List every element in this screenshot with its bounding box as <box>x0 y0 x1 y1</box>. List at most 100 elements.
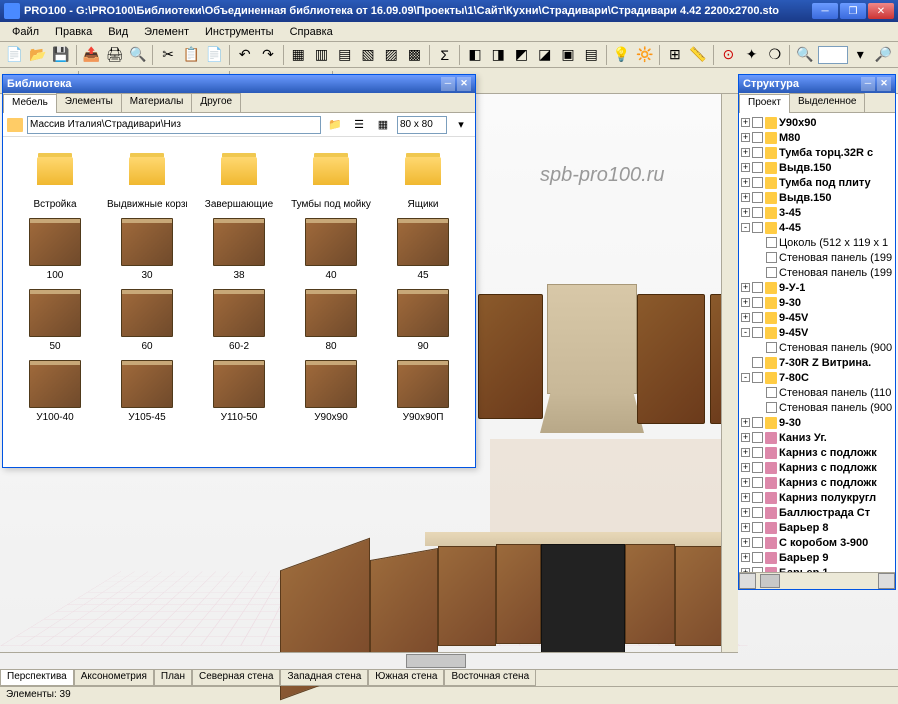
close-button[interactable]: ✕ <box>868 3 894 19</box>
tree-checkbox[interactable] <box>766 267 777 278</box>
tree-row[interactable]: Стеновая панель (199 <box>741 265 893 280</box>
tree-checkbox[interactable] <box>766 402 777 413</box>
tree-expand-icon[interactable] <box>755 343 764 352</box>
tree-row[interactable]: +Барьер 8 <box>741 520 893 535</box>
tree-expand-icon[interactable]: + <box>741 133 750 142</box>
minimize-icon[interactable]: ─ <box>861 77 875 91</box>
tree-row[interactable]: +9-30 <box>741 415 893 430</box>
view6-icon[interactable]: ▩ <box>404 44 425 66</box>
zoom-input[interactable] <box>818 46 848 64</box>
library-title-bar[interactable]: Библиотека ─ ✕ <box>3 75 475 93</box>
copy-icon[interactable]: 📋 <box>181 44 202 66</box>
tree-row[interactable]: +Барьер 1 <box>741 565 893 572</box>
tree-row[interactable]: Цоколь (512 x 119 x 1 <box>741 235 893 250</box>
tree-checkbox[interactable] <box>752 117 763 128</box>
base-cabinet[interactable] <box>438 546 496 646</box>
tree-checkbox[interactable] <box>766 342 777 353</box>
preview-icon[interactable]: 🔍 <box>127 44 148 66</box>
view-tab-0[interactable]: Перспектива <box>0 670 74 686</box>
tree-checkbox[interactable] <box>752 492 763 503</box>
library-tab-0[interactable]: Мебель <box>3 94 57 113</box>
view-tab-2[interactable]: План <box>154 670 192 686</box>
tree-checkbox[interactable] <box>752 177 763 188</box>
snap-icon[interactable]: ✦ <box>741 44 762 66</box>
close-icon[interactable]: ✕ <box>877 77 891 91</box>
structure-tab-0[interactable]: Проект <box>739 94 790 113</box>
tree-expand-icon[interactable]: + <box>741 448 750 457</box>
oven[interactable] <box>541 544 625 654</box>
view-tab-5[interactable]: Южная стена <box>368 670 444 686</box>
tree-checkbox[interactable] <box>752 507 763 518</box>
library-tab-2[interactable]: Материалы <box>121 93 193 112</box>
tree-row[interactable]: -7-80C <box>741 370 893 385</box>
tree-checkbox[interactable] <box>752 192 763 203</box>
tree-checkbox[interactable] <box>752 417 763 428</box>
tree-row[interactable]: Стеновая панель (199 <box>741 250 893 265</box>
scrollbar-horizontal[interactable] <box>0 652 738 669</box>
tree-expand-icon[interactable]: + <box>741 178 750 187</box>
size-dropdown-icon[interactable]: ▾ <box>451 115 471 135</box>
tree-expand-icon[interactable] <box>755 403 764 412</box>
view5-icon[interactable]: ▨ <box>381 44 402 66</box>
view4-icon[interactable]: ▧ <box>357 44 378 66</box>
tree-row[interactable]: +Каниз Уг. <box>741 430 893 445</box>
tree-row[interactable]: -4-45 <box>741 220 893 235</box>
minimize-button[interactable]: ─ <box>812 3 838 19</box>
tree-expand-icon[interactable] <box>741 358 750 367</box>
tree-checkbox[interactable] <box>752 327 763 338</box>
tree-expand-icon[interactable]: - <box>741 223 750 232</box>
minimize-icon[interactable]: ─ <box>441 77 455 91</box>
base-cabinet[interactable] <box>496 544 541 644</box>
shade-icon[interactable]: 🔆 <box>634 44 655 66</box>
tree-row[interactable]: +9-30 <box>741 295 893 310</box>
tree-expand-icon[interactable] <box>755 238 764 247</box>
tree-expand-icon[interactable]: + <box>741 478 750 487</box>
menu-Файл[interactable]: Файл <box>4 24 47 40</box>
tree-checkbox[interactable] <box>752 372 763 383</box>
tree-checkbox[interactable] <box>752 447 763 458</box>
tree-checkbox[interactable] <box>752 552 763 563</box>
tree-checkbox[interactable] <box>752 537 763 548</box>
tree-expand-icon[interactable]: + <box>741 118 750 127</box>
tree-checkbox[interactable] <box>752 207 763 218</box>
library-tab-3[interactable]: Другое <box>191 93 241 112</box>
tree-checkbox[interactable] <box>752 282 763 293</box>
scroll-thumb[interactable] <box>406 654 466 668</box>
tree-expand-icon[interactable] <box>755 253 764 262</box>
tree-row[interactable]: +9-45V <box>741 310 893 325</box>
tree-row[interactable]: +9-У-1 <box>741 280 893 295</box>
wall-cabinet[interactable] <box>478 294 543 419</box>
tree-expand-icon[interactable]: + <box>741 193 750 202</box>
tree-checkbox[interactable] <box>766 237 777 248</box>
tree-expand-icon[interactable]: - <box>741 328 750 337</box>
paste-icon[interactable]: 📄 <box>204 44 225 66</box>
tree-checkbox[interactable] <box>752 132 763 143</box>
scroll-right-icon[interactable] <box>878 573 895 589</box>
library-item[interactable]: 30 <box>103 216 191 283</box>
tree-row[interactable]: Стеновая панель (110 <box>741 385 893 400</box>
structure-title-bar[interactable]: Структура ─ ✕ <box>739 75 895 93</box>
save-icon[interactable]: 💾 <box>51 44 72 66</box>
library-item[interactable]: 80 <box>287 287 375 354</box>
cut-icon[interactable]: ✂ <box>157 44 178 66</box>
tree-row[interactable]: +Карниз с подложк <box>741 475 893 490</box>
print-icon[interactable]: 🖨 <box>104 44 125 66</box>
tree-row[interactable]: +Тумба торц.32R с <box>741 145 893 160</box>
library-item[interactable]: 40 <box>287 216 375 283</box>
tree-checkbox[interactable] <box>752 522 763 533</box>
tree-row[interactable]: -9-45V <box>741 325 893 340</box>
tree-expand-icon[interactable]: + <box>741 538 750 547</box>
tree-row[interactable]: +Выдв.150 <box>741 160 893 175</box>
tree-checkbox[interactable] <box>752 222 763 233</box>
view-list-icon[interactable]: ☰ <box>349 115 369 135</box>
tree-expand-icon[interactable]: + <box>741 283 750 292</box>
export-icon[interactable]: 📤 <box>81 44 102 66</box>
library-item[interactable]: У90х90 <box>287 358 375 425</box>
tool3-icon[interactable]: ◩ <box>511 44 532 66</box>
scroll-left-icon[interactable] <box>739 573 756 589</box>
open-icon[interactable]: 📂 <box>27 44 48 66</box>
tree-row[interactable]: 7-30R Z Витрина. <box>741 355 893 370</box>
sigma-icon[interactable]: Σ <box>434 44 455 66</box>
library-item[interactable]: 60-2 <box>195 287 283 354</box>
new-icon[interactable]: 📄 <box>4 44 25 66</box>
